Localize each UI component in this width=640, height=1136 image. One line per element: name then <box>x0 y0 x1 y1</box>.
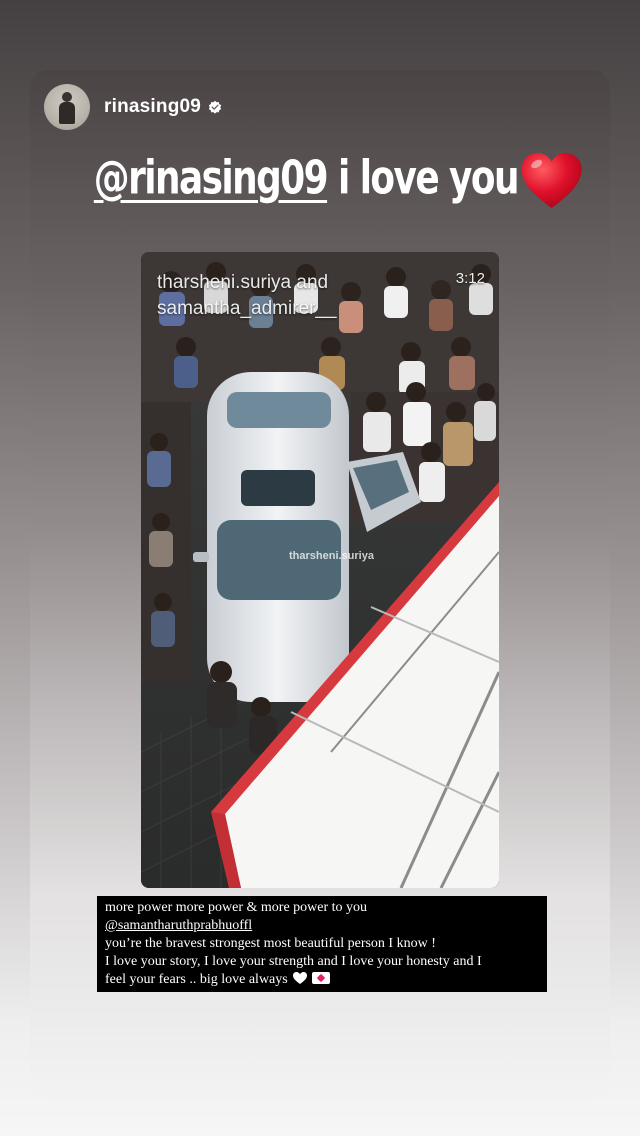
media-overlay-credit: tharsheni.suriya and samantha_admirer__ <box>157 270 337 322</box>
avatar[interactable] <box>44 84 90 130</box>
media-overlay-line-1: tharsheni.suriya and <box>157 272 329 293</box>
media-timestamp: 3:12 <box>455 270 485 287</box>
avatar-head <box>62 92 72 102</box>
caption-mention[interactable]: @samantharuthprabhuoffl <box>105 917 542 935</box>
headline-mention[interactable]: @rinasing09 <box>94 151 329 205</box>
crowd-car-photo <box>141 252 499 888</box>
verified-badge-icon <box>208 100 222 114</box>
headline-text: @rinasing09 i love you <box>94 150 582 212</box>
story-header: rinasing09 <box>44 84 222 130</box>
love-letter-icon <box>311 972 330 984</box>
avatar-body <box>59 102 75 124</box>
post-caption: more power more power & more power to yo… <box>97 896 547 992</box>
media-overlay-line-2: samantha_admirer__ <box>157 298 337 319</box>
caption-line-1: more power more power & more power to yo… <box>105 900 368 915</box>
caption-line-5: feel your fears .. big love always <box>105 972 288 987</box>
media-watermark: tharsheni.suriya <box>289 550 374 562</box>
caption-line-4: I love your story, I love your strength … <box>105 954 482 969</box>
shared-post-media[interactable]: tharsheni.suriya and samantha_admirer__ … <box>141 252 499 888</box>
red-heart-icon <box>519 150 585 212</box>
caption-line-3: you’re the bravest strongest most beauti… <box>105 936 436 951</box>
headline-message: i love you <box>327 150 520 205</box>
white-heart-icon <box>292 972 307 984</box>
story-card: rinasing09 @rinasing09 i love you tharsh… <box>30 70 610 1100</box>
caption-line-5-wrap: feel your fears .. big love always <box>105 971 542 989</box>
username[interactable]: rinasing09 <box>104 96 201 118</box>
